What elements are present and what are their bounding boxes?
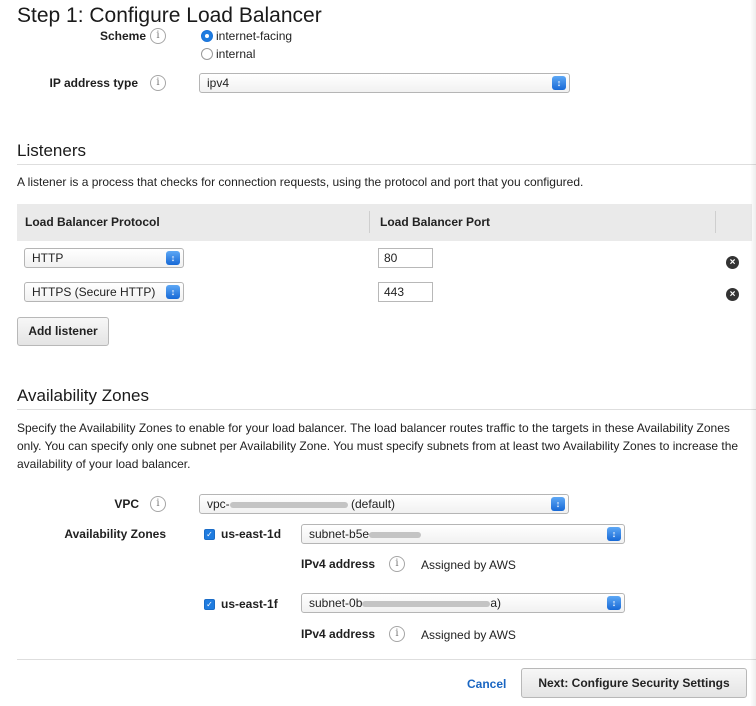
column-divider (715, 211, 716, 233)
redacted-subnet-id (362, 600, 491, 607)
vpc-label: VPC (114, 497, 139, 511)
zone-name: us-east-1f (221, 597, 278, 611)
ipv4-address-value: Assigned by AWS (421, 558, 516, 572)
listeners-table-header: Load Balancer Protocol Load Balancer Por… (17, 204, 752, 241)
zone-subnet-select[interactable]: subnet-0b a) ↕ (301, 593, 625, 613)
availability-zones-divider (17, 409, 756, 410)
column-divider (369, 211, 370, 233)
listener-port-input[interactable]: 443 (378, 282, 433, 302)
listener-protocol-select[interactable]: HTTPS (Secure HTTP) ↕ (24, 282, 184, 302)
vpc-select[interactable]: vpc- (default) ↕ (199, 494, 569, 514)
availability-zones-label: Availability Zones (64, 527, 166, 541)
zone-name: us-east-1d (221, 527, 282, 541)
listener-protocol-select[interactable]: HTTP ↕ (24, 248, 184, 268)
ip-address-type-label: IP address type (49, 76, 139, 90)
select-arrows-icon: ↕ (607, 596, 621, 610)
zone-subnet-select[interactable]: subnet-b5e ↕ (301, 524, 625, 544)
vpc-value-prefix: vpc- (207, 497, 230, 511)
radio-unselected-icon[interactable] (201, 48, 213, 60)
scheme-label: Scheme (99, 29, 146, 43)
availability-zones-heading: Availability Zones (17, 386, 149, 405)
cancel-link[interactable]: Cancel (467, 676, 506, 692)
ipv4-address-value: Assigned by AWS (421, 628, 516, 642)
scheme-option-label: internal (216, 47, 256, 61)
remove-listener-icon[interactable]: × (726, 288, 739, 301)
select-arrows-icon: ↕ (166, 285, 180, 299)
page-edge-shadow (750, 0, 756, 706)
scheme-info-icon[interactable]: i (150, 28, 166, 44)
ip-address-type-select[interactable]: ipv4 ↕ (199, 73, 570, 93)
ipv4-address-label: IPv4 address (301, 557, 376, 571)
next-configure-security-settings-button[interactable]: Next: Configure Security Settings (521, 668, 747, 698)
footer-divider (17, 659, 756, 660)
ipv4-address-label: IPv4 address (301, 627, 376, 641)
scheme-option-internet-facing[interactable]: internet-facing (201, 28, 292, 44)
radio-selected-icon[interactable] (201, 30, 213, 42)
column-header-protocol: Load Balancer Protocol (25, 215, 160, 229)
vpc-info-icon[interactable]: i (150, 496, 166, 512)
ip-address-type-value: ipv4 (207, 76, 230, 90)
zone-subnet-prefix: subnet-0b (309, 596, 363, 610)
ip-address-type-info-icon[interactable]: i (150, 75, 166, 91)
vpc-value-suffix: (default) (351, 497, 396, 511)
redacted-vpc-id (229, 501, 348, 508)
listener-protocol-value: HTTP (32, 251, 64, 265)
scheme-option-internal[interactable]: internal (201, 46, 255, 62)
select-arrows-icon: ↕ (551, 497, 565, 511)
listeners-heading: Listeners (17, 141, 86, 160)
ipv4-info-icon[interactable]: i (389, 626, 405, 642)
availability-zones-description: Specify the Availability Zones to enable… (17, 421, 739, 471)
listener-port-input[interactable]: 80 (378, 248, 433, 268)
select-arrows-icon: ↕ (607, 527, 621, 541)
listeners-description: A listener is a process that checks for … (17, 175, 584, 189)
select-arrows-icon: ↕ (552, 76, 566, 90)
remove-listener-icon[interactable]: × (726, 256, 739, 269)
zone-subnet-suffix: a) (490, 596, 502, 610)
scheme-option-label: internet-facing (216, 29, 293, 43)
listener-protocol-value: HTTPS (Secure HTTP) (32, 285, 156, 299)
zone-checkbox-checked-icon[interactable]: ✓ (204, 529, 215, 540)
add-listener-button[interactable]: Add listener (17, 317, 109, 346)
zone-checkbox-checked-icon[interactable]: ✓ (204, 599, 215, 610)
select-arrows-icon: ↕ (166, 251, 180, 265)
column-header-port: Load Balancer Port (380, 215, 491, 229)
zone-subnet-prefix: subnet-b5e (309, 527, 370, 541)
ipv4-info-icon[interactable]: i (389, 556, 405, 572)
page-title: Step 1: Configure Load Balancer (17, 4, 322, 27)
redacted-subnet-id (369, 531, 422, 538)
listeners-divider (17, 164, 756, 165)
